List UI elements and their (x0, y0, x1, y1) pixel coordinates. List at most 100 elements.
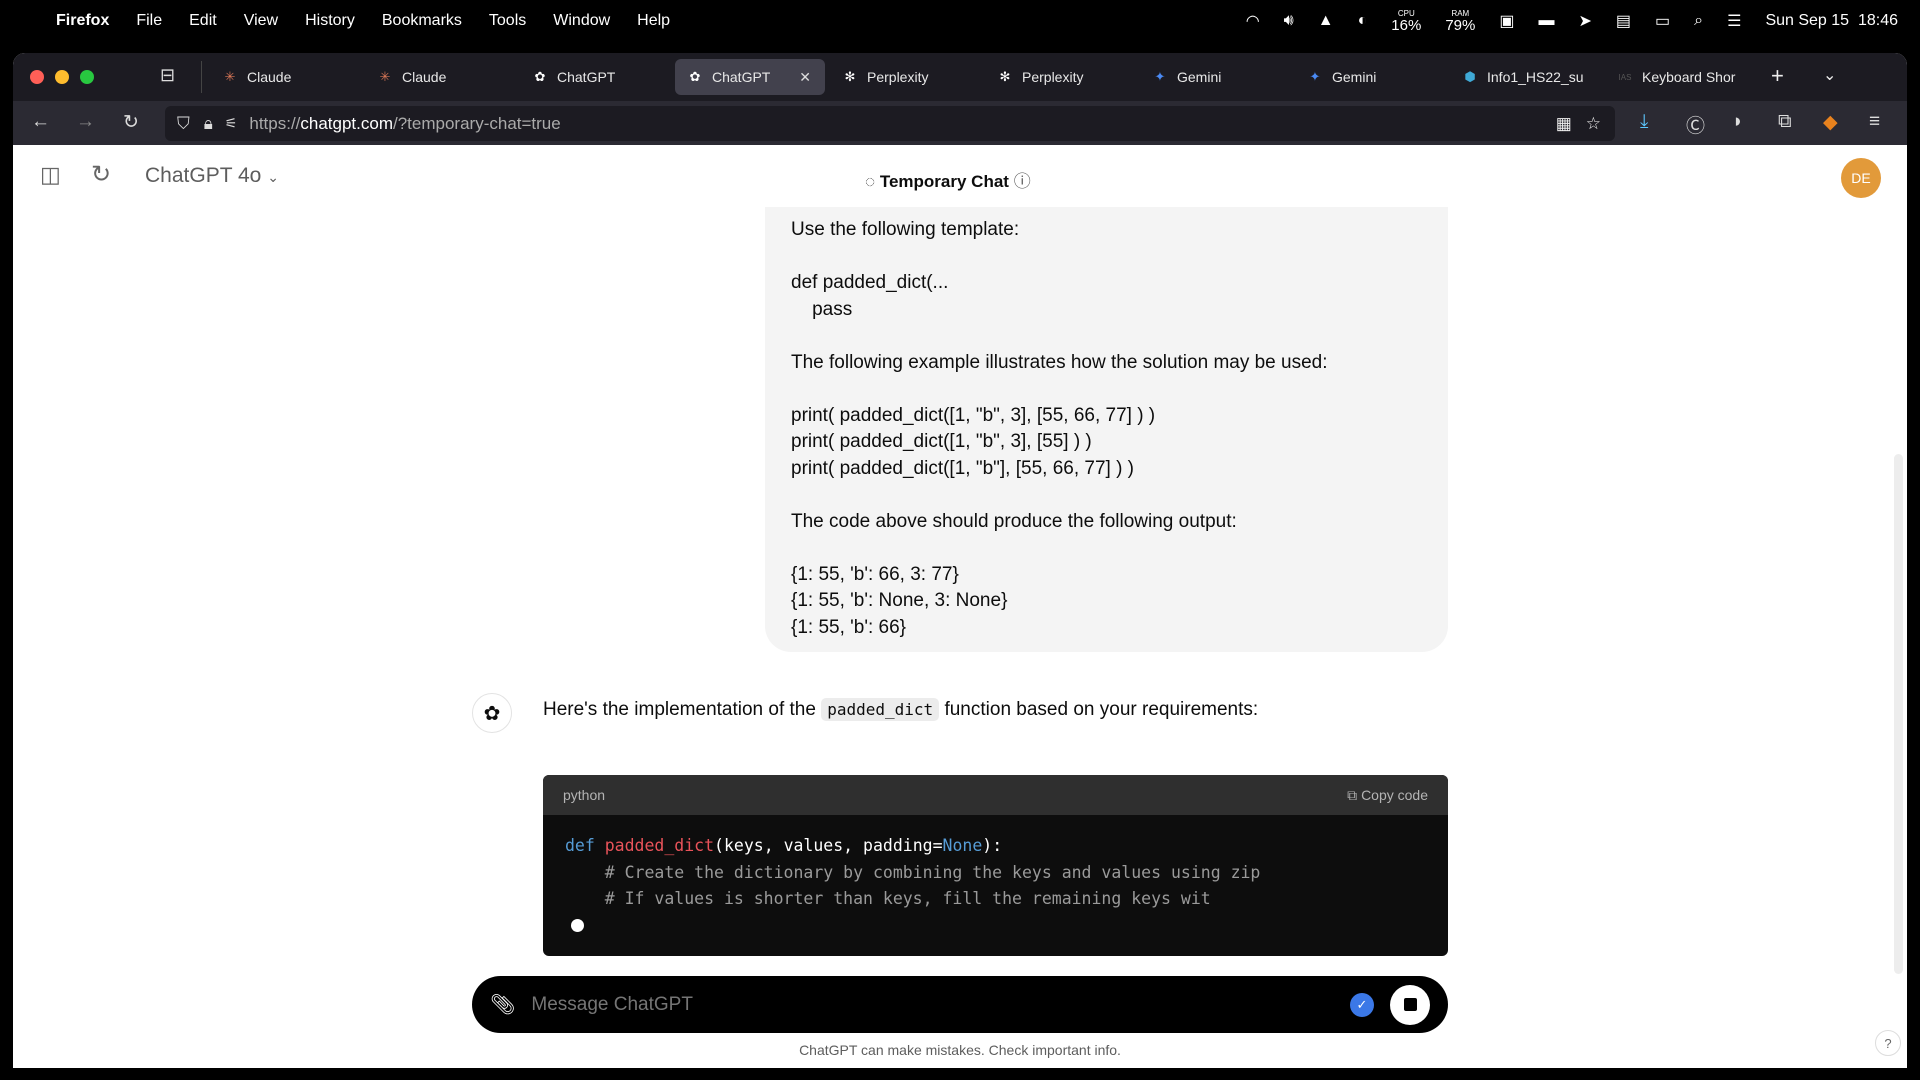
keyboard-icon[interactable]: ▤ (1616, 11, 1631, 31)
tab-gemini[interactable]: ✦ Gemini (1140, 59, 1290, 95)
divider (201, 61, 202, 93)
permissions-icon[interactable]: ⚟ (225, 115, 238, 132)
tab-perplexity[interactable]: ✻ Perplexity (985, 59, 1135, 95)
copy-code-button[interactable]: ⧉ Copy code (1347, 787, 1428, 804)
app-icon[interactable]: ◐ (1358, 12, 1368, 30)
extension-c-icon[interactable]: Ⓒ (1686, 111, 1705, 138)
new-tab-button[interactable]: + (1771, 63, 1784, 89)
tab-overview-icon[interactable]: ⊟ (160, 65, 175, 86)
qr-icon[interactable]: ▦ (1556, 114, 1572, 134)
sidebar-toggle-icon[interactable]: ◫ (40, 162, 61, 188)
minimize-window-button[interactable] (55, 70, 69, 84)
avatar[interactable]: DE (1841, 158, 1881, 198)
lock-icon[interactable]: 🔒︎ (204, 114, 213, 134)
message-line (791, 323, 1422, 350)
claude-icon: ✳ (224, 69, 236, 84)
close-window-button[interactable] (30, 70, 44, 84)
menu-tools[interactable]: Tools (489, 12, 526, 30)
menu-window[interactable]: Window (553, 12, 610, 30)
attach-paperclip-icon[interactable]: 📎︎ (490, 992, 515, 1017)
chatgpt-icon: ✿ (689, 69, 701, 84)
menu-view[interactable]: View (244, 12, 278, 30)
menu-app-name[interactable]: Firefox (56, 12, 109, 30)
help-button[interactable]: ? (1875, 1030, 1901, 1056)
back-button[interactable]: ← (31, 111, 50, 133)
intro-text: Here's the implementation of the (543, 699, 822, 720)
streaming-cursor (571, 918, 584, 932)
temporary-chat-icon: ◌ (865, 172, 876, 191)
tab-chatgpt[interactable]: ✿ ChatGPT (520, 59, 670, 95)
clock[interactable]: Sun Sep 15 18:46 (1765, 12, 1898, 30)
model-selector[interactable]: ChatGPT 4o ⌄ (145, 164, 279, 188)
volume-icon[interactable]: 🔊︎ (1284, 12, 1294, 30)
battery-icon[interactable]: ▭ (1655, 11, 1670, 31)
tab-claude[interactable]: ✳ Claude (210, 59, 360, 95)
tab-claude[interactable]: ✳ Claude (365, 59, 515, 95)
outlook-icon[interactable]: ▣ (1499, 11, 1514, 31)
code-end: ): (982, 836, 1003, 855)
tab-perplexity[interactable]: ✻ Perplexity (830, 59, 980, 95)
tab-keyboard-shor[interactable]: IAS Keyboard Shor (1605, 59, 1755, 95)
download-icon[interactable]: ⤓ (1640, 111, 1648, 133)
message-line (791, 535, 1422, 562)
copy-icon: ⧉ (1347, 786, 1358, 803)
metamask-icon[interactable]: ◆ (1823, 111, 1838, 134)
chatgpt-icon: ✿ (534, 69, 546, 84)
code-function: padded_dict (604, 836, 715, 855)
moodle-icon: ⬢ (1464, 69, 1476, 84)
code-language: python (563, 787, 606, 803)
tab-list-chevron-icon[interactable]: ⌄ (1823, 65, 1836, 85)
cpu-stat[interactable]: CPU 16% (1391, 9, 1421, 33)
tab-info1-hs22-su[interactable]: ⬢ Info1_HS22_su (1450, 59, 1600, 95)
code-block: python ⧉ Copy code def padded_dict(keys,… (543, 775, 1448, 956)
tab-label: ChatGPT (712, 69, 771, 85)
stop-generating-button[interactable] (1390, 984, 1430, 1025)
model-name: ChatGPT 4o (145, 164, 262, 187)
message-line: {1: 55, 'b': 66, 3: 77} (791, 563, 959, 585)
ram-stat[interactable]: RAM 79% (1445, 9, 1475, 33)
search-icon[interactable]: ⌕ (1694, 12, 1703, 30)
maximize-window-button[interactable] (80, 70, 94, 84)
wifi-icon[interactable]: ◠ (1246, 11, 1260, 31)
tab-label: ChatGPT (557, 69, 616, 85)
extension-icon[interactable]: ◗ (1732, 111, 1743, 133)
forward-button[interactable]: → (76, 111, 95, 133)
stop-icon (1403, 998, 1417, 1011)
url-bar[interactable]: ⛉ 🔒︎ ⚟ https://chatgpt.com/?temporary-ch… (165, 106, 1615, 141)
bookmark-star-icon[interactable]: ☆ (1586, 114, 1601, 134)
tab-gemini[interactable]: ✦ Gemini (1295, 59, 1445, 95)
intro-text-end: function based on your requirements: (939, 699, 1259, 720)
extensions-puzzle-icon[interactable]: ⧉ (1778, 111, 1792, 133)
copy-code-label: Copy code (1361, 786, 1428, 803)
message-line (791, 482, 1422, 509)
tab-label: Claude (402, 69, 447, 85)
url-domain: chatgpt.com (300, 113, 393, 133)
menu-help[interactable]: Help (637, 12, 670, 30)
disclaimer: ChatGPT can make mistakes. Check importa… (799, 1042, 1121, 1058)
menu-bookmarks[interactable]: Bookmarks (382, 12, 462, 30)
tab-chatgpt[interactable]: ✿ ChatGPT ✕ (675, 59, 825, 95)
shield-icon[interactable]: ⛉ (177, 114, 190, 134)
info-icon[interactable]: ⓘ (1014, 172, 1031, 191)
message-input[interactable] (531, 993, 1350, 1016)
display-icon[interactable]: ▬ (1538, 12, 1554, 30)
hamburger-menu-icon[interactable]: ≡ (1869, 111, 1880, 133)
telegram-icon[interactable]: ➤ (1578, 11, 1591, 31)
menu-history[interactable]: History (305, 12, 355, 30)
tab-label: Gemini (1332, 69, 1377, 85)
tab-label: Keyboard Shor (1642, 69, 1736, 85)
status-area: ◠ 🔊︎ ▲ ◐ CPU 16% RAM 79% ▣ ▬ ➤ ▤ ▭ ⌕ ☰ Sun… (1246, 0, 1898, 42)
url-text[interactable]: https://chatgpt.com/?temporary-chat=true (249, 114, 560, 134)
close-tab-icon[interactable]: ✕ (799, 69, 811, 86)
url-prefix: https:// (249, 113, 301, 133)
menu-edit[interactable]: Edit (189, 12, 217, 30)
drive-icon[interactable]: ▲ (1318, 12, 1334, 30)
composer: 📎︎ ✓ (472, 976, 1448, 1033)
new-chat-refresh-icon[interactable]: ↻ (91, 160, 111, 189)
message-line: print( padded_dict([1, "b"], [55, 66, 77… (791, 457, 1135, 479)
scrollbar[interactable] (1894, 454, 1903, 974)
menu-file[interactable]: File (136, 12, 162, 30)
control-center-icon[interactable]: ☰ (1727, 11, 1741, 31)
grammar-check-icon[interactable]: ✓ (1350, 992, 1374, 1017)
reload-button[interactable]: ↻ (123, 111, 139, 134)
